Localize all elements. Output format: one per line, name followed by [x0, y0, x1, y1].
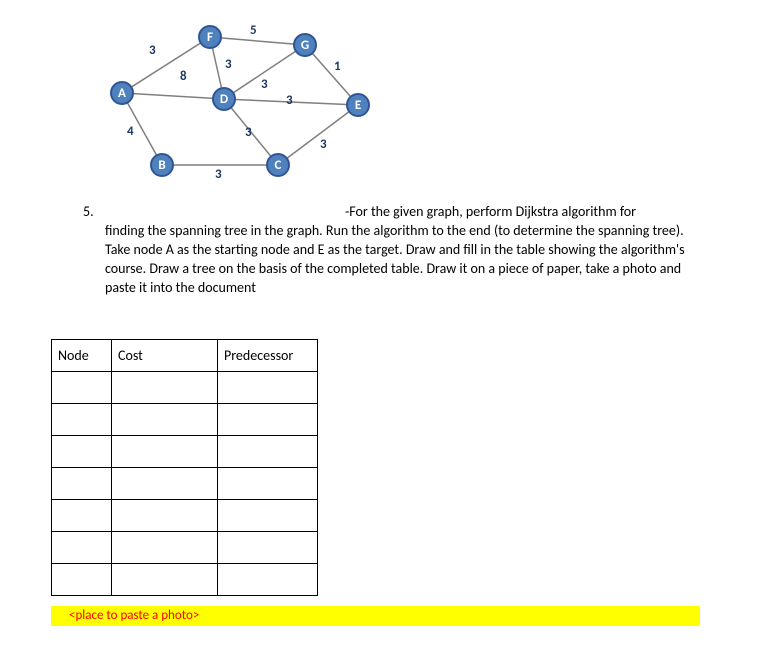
table-row	[52, 372, 318, 404]
graph-node-g: G	[293, 33, 317, 57]
node-label: F	[207, 30, 213, 45]
edge-weight-ab: 4	[127, 124, 134, 139]
dijkstra-table: Node Cost Predecessor	[51, 339, 318, 596]
graph-node-e: E	[346, 93, 370, 117]
node-label: G	[301, 38, 309, 53]
table-row	[52, 532, 318, 564]
col-header-pred: Predecessor	[218, 340, 318, 372]
node-label: C	[275, 158, 282, 173]
question-lead: -For the given graph, perform Dijkstra a…	[105, 203, 700, 222]
graph-node-b: B	[150, 153, 174, 177]
graph-node-d: D	[212, 87, 236, 111]
table-row	[52, 500, 318, 532]
graph-diagram: A F D G E B C 3 8 4 3 5 3 3 3 1 3 3	[100, 15, 380, 185]
table-row	[52, 468, 318, 500]
node-label: D	[220, 92, 228, 107]
photo-placeholder: <place to paste a photo>	[51, 606, 700, 626]
question-number: 5.	[83, 203, 94, 220]
table-header-row: Node Cost Predecessor	[52, 340, 318, 372]
edge-weight-bc: 3	[215, 167, 222, 182]
edge-weight-dg: 3	[261, 77, 268, 92]
edge-weight-fd: 3	[225, 57, 232, 72]
edge-weight-af: 3	[149, 43, 156, 58]
table-row	[52, 404, 318, 436]
edge-weight-dc: 3	[245, 125, 252, 140]
question-text: -For the given graph, perform Dijkstra a…	[105, 203, 700, 297]
edge-weight-fg: 5	[250, 23, 257, 38]
question-body: finding the spanning tree in the graph. …	[105, 222, 685, 296]
node-label: E	[355, 98, 361, 113]
graph-edges	[100, 15, 380, 185]
table-row	[52, 564, 318, 596]
node-label: B	[158, 158, 165, 173]
edge-weight-ad: 8	[180, 69, 187, 84]
edge-weight-ce: 3	[320, 137, 327, 152]
graph-node-c: C	[266, 153, 290, 177]
node-label: A	[118, 86, 126, 101]
graph-node-f: F	[198, 25, 222, 49]
graph-node-a: A	[110, 81, 134, 105]
col-header-cost: Cost	[112, 340, 218, 372]
col-header-node: Node	[52, 340, 112, 372]
table-row	[52, 436, 318, 468]
edge-weight-de: 3	[286, 93, 293, 108]
edge-weight-ge: 1	[334, 59, 341, 74]
